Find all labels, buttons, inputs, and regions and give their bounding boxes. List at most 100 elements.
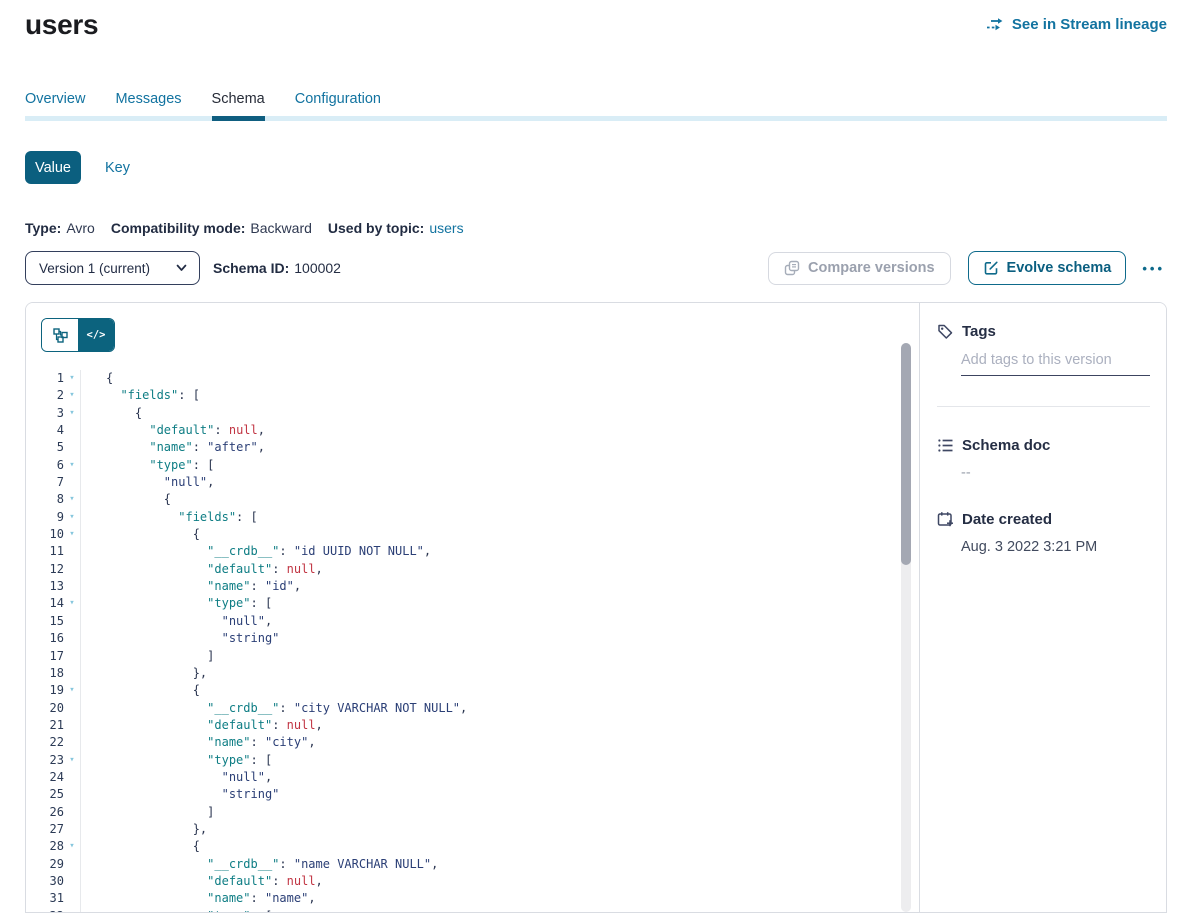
code-text: "name": "after", — [80, 439, 897, 456]
line-number: 12 — [26, 561, 64, 578]
page-title: users — [25, 8, 98, 42]
line-number: 27 — [26, 821, 64, 838]
tree-view-button[interactable] — [42, 319, 78, 351]
version-select[interactable]: Version 1 (current) — [25, 251, 200, 285]
code-line: 14▾ "type": [ — [26, 595, 897, 612]
code-line: 24 "null", — [26, 769, 897, 786]
fold-arrow-icon[interactable]: ▾ — [64, 682, 80, 699]
code-text: "type": [ — [80, 457, 897, 474]
date-created-heading: Date created — [962, 511, 1052, 528]
topic-link[interactable]: users — [429, 220, 463, 236]
line-number: 18 — [26, 665, 64, 682]
schema-id-value: 100002 — [294, 260, 341, 276]
fold-arrow-icon[interactable]: ▾ — [64, 908, 80, 912]
compare-versions-button[interactable]: Compare versions — [768, 252, 951, 285]
fold-arrow-icon[interactable]: ▾ — [64, 752, 80, 769]
schema-sidebar: Tags Schema doc -- — [920, 303, 1166, 912]
code-text: ] — [80, 648, 897, 665]
fold-arrow-icon[interactable]: ▾ — [64, 526, 80, 543]
code-line: 26 ] — [26, 804, 897, 821]
tab-messages[interactable]: Messages — [115, 90, 181, 108]
key-toggle-button[interactable]: Key — [105, 160, 130, 176]
more-options-button[interactable]: ••• — [1140, 257, 1167, 280]
tags-input[interactable] — [961, 350, 1150, 376]
code-line: 12 "default": null, — [26, 561, 897, 578]
tab-underline — [25, 116, 1167, 121]
tag-icon — [937, 323, 954, 340]
fold-arrow-icon[interactable]: ▾ — [64, 370, 80, 387]
code-line: 6▾ "type": [ — [26, 457, 897, 474]
code-line: 8▾ { — [26, 491, 897, 508]
scrollbar-thumb[interactable] — [901, 343, 911, 565]
code-line: 13 "name": "id", — [26, 578, 897, 595]
code-line: 7 "null", — [26, 474, 897, 491]
editor-scrollbar[interactable] — [901, 343, 911, 912]
value-key-toggle: Value Key — [25, 151, 1167, 184]
fold-arrow-icon[interactable]: ▾ — [64, 387, 80, 404]
code-text: }, — [80, 665, 897, 682]
code-text: "type": [ — [80, 908, 897, 912]
version-bar: Version 1 (current) Schema ID: 100002 Co… — [25, 251, 1167, 285]
stream-lineage-label: See in Stream lineage — [1012, 16, 1167, 33]
fold-arrow-icon[interactable]: ▾ — [64, 457, 80, 474]
code-line: 28▾ { — [26, 838, 897, 855]
code-line: 32▾ "type": [ — [26, 908, 897, 912]
fold-spacer — [64, 769, 80, 786]
line-number: 5 — [26, 439, 64, 456]
code-text: { — [80, 370, 897, 387]
code-line: 17 ] — [26, 648, 897, 665]
fold-arrow-icon[interactable]: ▾ — [64, 595, 80, 612]
code-line: 5 "name": "after", — [26, 439, 897, 456]
code-text: "default": null, — [80, 717, 897, 734]
fold-arrow-icon[interactable]: ▾ — [64, 491, 80, 508]
compatibility-value: Backward — [250, 220, 311, 236]
fold-spacer — [64, 474, 80, 491]
code-line: 16 "string" — [26, 630, 897, 647]
schema-doc-section: Schema doc -- — [937, 437, 1150, 481]
code-text: ] — [80, 804, 897, 821]
tab-schema[interactable]: Schema — [212, 90, 265, 108]
evolve-schema-button[interactable]: Evolve schema — [968, 251, 1127, 285]
version-select-value: Version 1 (current) — [39, 261, 150, 276]
fold-spacer — [64, 804, 80, 821]
fold-arrow-icon[interactable]: ▾ — [64, 405, 80, 422]
line-number: 14 — [26, 595, 64, 612]
code-line: 18 }, — [26, 665, 897, 682]
code-view-button[interactable]: </> — [78, 319, 114, 351]
value-toggle-button[interactable]: Value — [25, 151, 81, 184]
tab-configuration[interactable]: Configuration — [295, 90, 381, 108]
sidebar-divider — [937, 406, 1150, 407]
schema-meta-row: Type: Avro Compatibility mode: Backward … — [25, 220, 1167, 236]
code-text: { — [80, 838, 897, 855]
fold-arrow-icon[interactable]: ▾ — [64, 509, 80, 526]
type-label: Type: — [25, 220, 61, 236]
tabs-nav: Overview Messages Schema Configuration — [25, 90, 1167, 121]
fold-spacer — [64, 422, 80, 439]
code-line: 27 }, — [26, 821, 897, 838]
evolve-schema-label: Evolve schema — [1007, 260, 1112, 276]
schema-code-editor[interactable]: </> 1▾{2▾ "fields": [3▾ {4 "default": nu… — [26, 303, 920, 912]
code-text: "__crdb__": "name VARCHAR NULL", — [80, 856, 897, 873]
fold-spacer — [64, 578, 80, 595]
fold-spacer — [64, 439, 80, 456]
code-lines: 1▾{2▾ "fields": [3▾ {4 "default": null,5… — [26, 370, 897, 912]
line-number: 13 — [26, 578, 64, 595]
line-number: 4 — [26, 422, 64, 439]
date-created-section: Date created Aug. 3 2022 3:21 PM — [937, 511, 1150, 555]
line-number: 30 — [26, 873, 64, 890]
line-number: 11 — [26, 543, 64, 560]
code-line: 19▾ { — [26, 682, 897, 699]
line-number: 25 — [26, 786, 64, 803]
code-line: 31 "name": "name", — [26, 890, 897, 907]
tab-overview[interactable]: Overview — [25, 90, 85, 108]
stream-lineage-link[interactable]: See in Stream lineage — [986, 16, 1167, 33]
calendar-plus-icon — [937, 511, 954, 528]
fold-spacer — [64, 786, 80, 803]
code-line: 22 "name": "city", — [26, 734, 897, 751]
code-text: "type": [ — [80, 595, 897, 612]
code-text: "default": null, — [80, 873, 897, 890]
fold-arrow-icon[interactable]: ▾ — [64, 838, 80, 855]
stream-arrows-icon — [986, 17, 1005, 32]
code-text: { — [80, 491, 897, 508]
line-number: 20 — [26, 700, 64, 717]
